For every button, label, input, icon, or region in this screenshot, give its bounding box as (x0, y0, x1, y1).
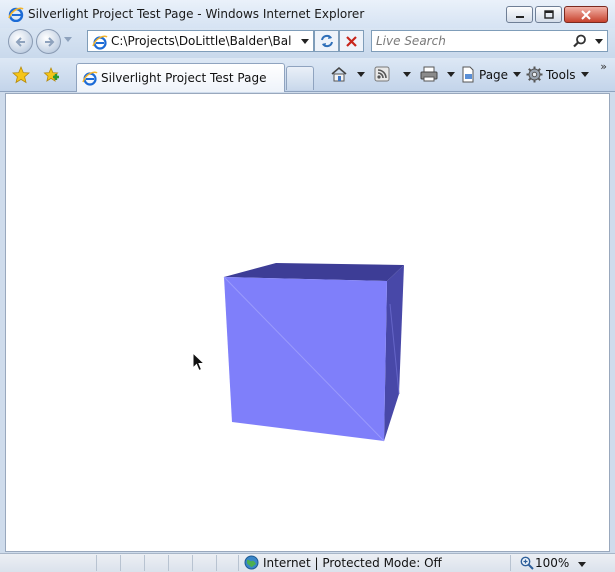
page-content[interactable] (5, 93, 610, 552)
gear-icon (526, 66, 543, 83)
new-tab-button[interactable] (286, 66, 314, 90)
tools-dropdown-icon[interactable] (580, 72, 589, 77)
status-bar: Internet | Protected Mode: Off 100% (0, 553, 615, 572)
back-arrow-icon (15, 36, 25, 47)
status-divider (120, 555, 121, 571)
search-box[interactable] (371, 30, 608, 52)
status-divider (510, 555, 511, 571)
print-button[interactable] (420, 66, 455, 82)
silverlight-3d-cube (223, 263, 404, 442)
status-divider (168, 555, 169, 571)
page-menu-label: Page (479, 67, 509, 82)
globe-icon[interactable] (244, 555, 259, 570)
forward-button[interactable] (36, 29, 61, 54)
minimize-button[interactable] (506, 6, 533, 23)
refresh-button[interactable] (314, 30, 339, 52)
stop-button[interactable] (339, 30, 364, 52)
home-dropdown-icon[interactable] (357, 71, 365, 77)
status-divider (216, 555, 217, 571)
home-icon (331, 66, 347, 82)
add-favorite-icon[interactable] (42, 66, 60, 84)
forward-arrow-icon (44, 36, 54, 47)
close-icon (581, 9, 591, 20)
feeds-dropdown-icon[interactable] (403, 71, 411, 77)
page-dropdown-icon[interactable] (513, 72, 522, 77)
window-title: Silverlight Project Test Page - Windows … (28, 7, 365, 21)
address-bar[interactable]: C:\Projects\DoLittle\Balder\Balder\ (87, 30, 314, 52)
close-window-button[interactable] (564, 6, 608, 23)
stop-icon (346, 35, 357, 47)
tools-menu-button[interactable]: Tools (526, 66, 589, 83)
minimize-icon (515, 15, 524, 18)
ie-page-icon (82, 71, 98, 86)
page-icon (462, 66, 474, 83)
print-dropdown-icon[interactable] (447, 71, 455, 77)
navigation-bar: C:\Projects\DoLittle\Balder\Balder\ (0, 28, 615, 58)
mouse-cursor-icon (192, 352, 206, 372)
ie-logo-icon (8, 7, 24, 22)
print-icon (420, 66, 438, 82)
tab-silverlight-project-test-page[interactable]: Silverlight Project Test Page (76, 63, 285, 92)
home-button[interactable] (330, 66, 365, 82)
search-icon[interactable] (573, 34, 587, 48)
tools-menu-label: Tools (546, 67, 576, 82)
ie-page-icon (92, 35, 108, 50)
refresh-icon (320, 34, 333, 48)
status-divider (96, 555, 97, 571)
security-zone-text[interactable]: Internet | Protected Mode: Off (263, 556, 442, 570)
chevron-more-icon[interactable]: » (600, 60, 607, 73)
feeds-button[interactable] (374, 66, 411, 82)
search-input[interactable] (376, 33, 566, 49)
maximize-button[interactable] (535, 6, 562, 23)
status-divider (144, 555, 145, 571)
back-button[interactable] (8, 29, 33, 54)
title-bar: Silverlight Project Test Page - Windows … (0, 0, 615, 28)
address-url[interactable]: C:\Projects\DoLittle\Balder\Balder\ (111, 34, 291, 48)
status-divider (238, 555, 239, 571)
search-dropdown-icon[interactable] (595, 39, 603, 44)
page-menu-button[interactable]: Page (460, 66, 522, 83)
zoom-icon[interactable] (520, 556, 534, 570)
favorites-star-icon[interactable] (12, 66, 30, 84)
tab-bar: Silverlight Project Test Page Page Tools… (0, 58, 615, 92)
zoom-dropdown-icon[interactable] (578, 562, 586, 567)
rss-feed-icon (374, 66, 390, 82)
zoom-level[interactable]: 100% (535, 556, 569, 570)
tab-label: Silverlight Project Test Page (101, 71, 267, 85)
recent-pages-dropdown-icon[interactable] (64, 37, 73, 43)
maximize-icon (543, 10, 554, 19)
address-dropdown-icon[interactable] (301, 39, 309, 44)
cube-side-face (384, 265, 404, 441)
status-divider (192, 555, 193, 571)
